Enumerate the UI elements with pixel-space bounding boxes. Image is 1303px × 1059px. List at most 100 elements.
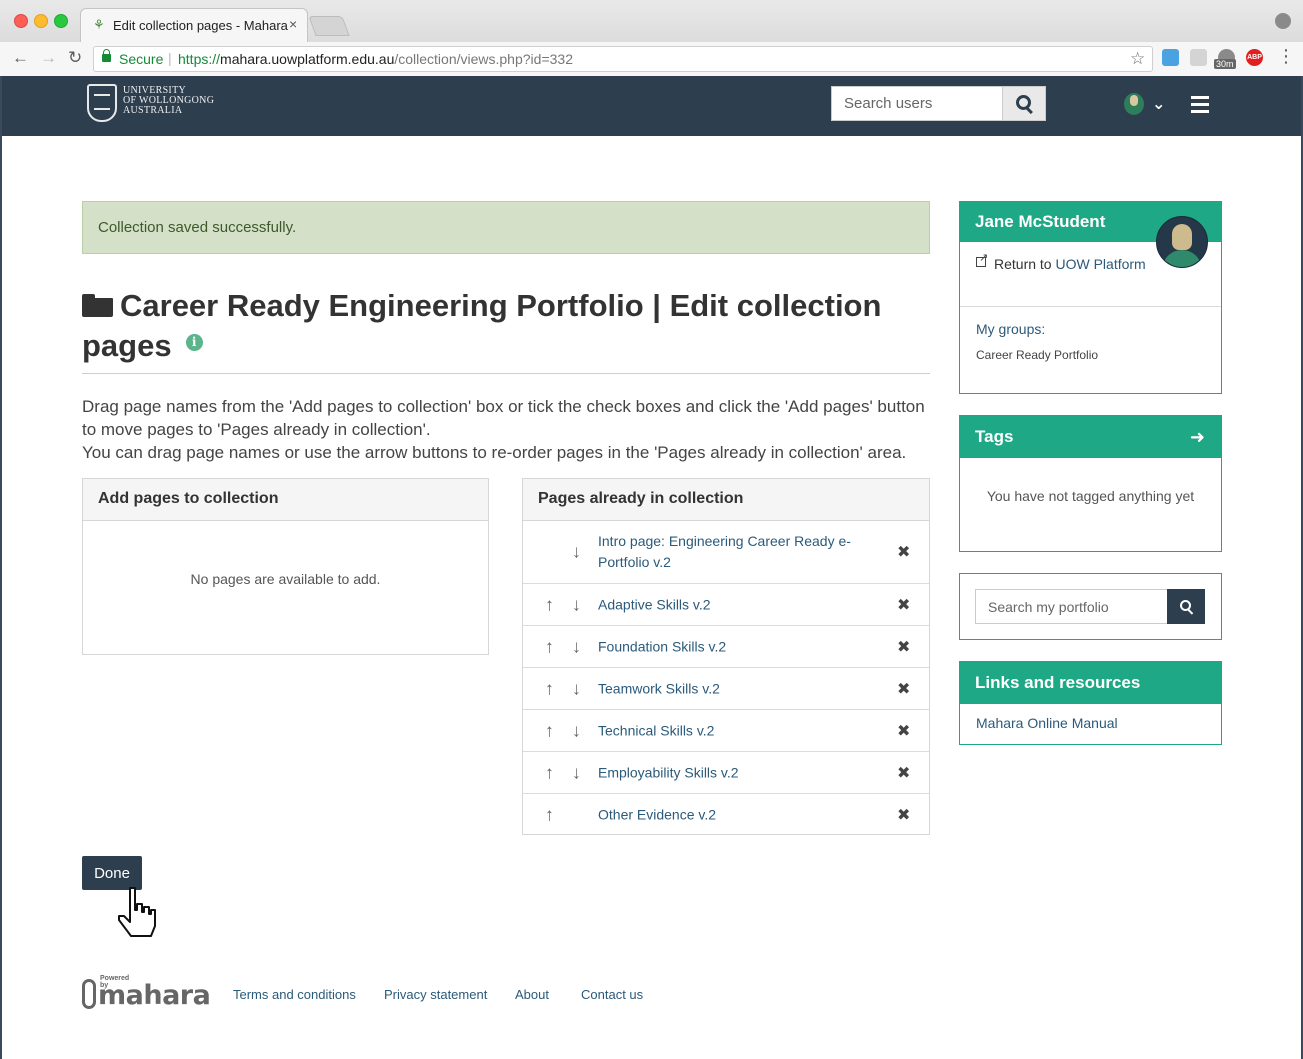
tags-block: Tags ➜ You have not tagged anything yet xyxy=(959,415,1222,552)
window-minimize-button[interactable] xyxy=(34,14,48,28)
links-resources-block: Links and resources Mahara Online Manual xyxy=(959,661,1222,745)
list-item[interactable]: ↑ ↓ Foundation Skills v.2 ✖ xyxy=(523,626,929,668)
search-portfolio-button[interactable] xyxy=(1167,589,1205,624)
collection-pages-heading: Pages already in collection xyxy=(523,479,929,521)
extension-timer-badge: 30m xyxy=(1214,59,1236,69)
window-edge xyxy=(0,76,2,1059)
browser-menu-icon[interactable]: ⋮ xyxy=(1277,46,1295,67)
list-item[interactable]: ↓ Intro page: Engineering Career Ready e… xyxy=(523,521,929,584)
arrow-right-icon[interactable]: ➜ xyxy=(1190,416,1205,458)
return-link-target[interactable]: UOW Platform xyxy=(1055,256,1145,272)
divider xyxy=(960,306,1221,307)
close-icon[interactable]: ✖ xyxy=(897,721,910,741)
info-icon[interactable]: i xyxy=(185,334,203,351)
arrow-down-icon[interactable]: ↓ xyxy=(572,678,581,699)
chevron-down-icon[interactable]: ⌄ xyxy=(1152,94,1165,114)
arrow-up-icon[interactable]: ↑ xyxy=(545,720,554,741)
window-close-button[interactable] xyxy=(14,14,28,28)
collection-pages-panel: Pages already in collection ↓ Intro page… xyxy=(522,478,930,835)
success-alert: Collection saved successfully. xyxy=(82,201,930,254)
footer-link-privacy[interactable]: Privacy statement xyxy=(384,987,487,1002)
address-bar[interactable]: Secure | https://mahara.uowplatform.edu.… xyxy=(93,46,1153,72)
page-link[interactable]: Adaptive Skills v.2 xyxy=(598,594,868,615)
back-arrow-icon[interactable]: ← xyxy=(12,48,29,68)
window-zoom-button[interactable] xyxy=(54,14,68,28)
profile-picture[interactable] xyxy=(1156,216,1208,268)
reload-icon[interactable]: ↻ xyxy=(68,48,82,68)
close-icon[interactable]: ✖ xyxy=(897,542,910,562)
footer-link-contact[interactable]: Contact us xyxy=(581,987,643,1002)
adblock-icon[interactable]: ABP xyxy=(1246,49,1263,66)
list-item[interactable]: ↑ ↓ Employability Skills v.2 ✖ xyxy=(523,752,929,794)
uow-crest-icon[interactable] xyxy=(87,84,117,122)
tags-heading[interactable]: Tags ➜ xyxy=(960,416,1221,458)
folder-open-icon xyxy=(82,294,114,318)
arrow-down-icon[interactable]: ↓ xyxy=(572,542,581,563)
user-profile-block: Jane McStudent Return to UOW Platform My… xyxy=(959,201,1222,394)
footer-link-terms[interactable]: Terms and conditions xyxy=(233,987,356,1002)
search-users-button[interactable] xyxy=(1002,86,1046,121)
close-icon[interactable]: ✖ xyxy=(897,763,910,783)
hand-pointer-cursor-icon xyxy=(118,887,156,937)
search-portfolio-input[interactable] xyxy=(975,589,1167,624)
close-icon[interactable]: ✖ xyxy=(897,679,910,699)
menu-hamburger-icon[interactable] xyxy=(1191,96,1209,117)
search-icon xyxy=(1016,95,1031,110)
return-link[interactable]: Return to UOW Platform xyxy=(976,254,1146,275)
group-item[interactable]: Career Ready Portfolio xyxy=(976,348,1098,362)
secure-label: Secure xyxy=(119,51,164,67)
arrow-up-icon[interactable]: ↑ xyxy=(545,594,554,615)
tab-close-icon[interactable]: × xyxy=(289,16,297,32)
list-item[interactable]: ↑ ↓ Technical Skills v.2 ✖ xyxy=(523,710,929,752)
user-avatar[interactable] xyxy=(1124,93,1144,115)
close-icon[interactable]: ✖ xyxy=(897,595,910,615)
page-link[interactable]: Foundation Skills v.2 xyxy=(598,636,868,657)
page-link[interactable]: Employability Skills v.2 xyxy=(598,762,868,783)
portfolio-search-block xyxy=(959,573,1222,640)
arrow-down-icon[interactable]: ↓ xyxy=(572,762,581,783)
close-icon[interactable]: ✖ xyxy=(897,805,910,825)
list-item[interactable]: ↑ ↓ Adaptive Skills v.2 ✖ xyxy=(523,584,929,626)
arrow-down-icon[interactable]: ↓ xyxy=(572,594,581,615)
page-link[interactable]: Other Evidence v.2 xyxy=(598,805,868,826)
uow-logo-text[interactable]: UNIVERSITY OF WOLLONGONG AUSTRALIA xyxy=(123,86,214,116)
add-pages-panel: Add pages to collection No pages are ava… xyxy=(82,478,489,655)
url-text[interactable]: https://mahara.uowplatform.edu.au/collec… xyxy=(178,51,573,67)
new-tab-button[interactable] xyxy=(308,16,350,36)
page-link[interactable]: Teamwork Skills v.2 xyxy=(598,678,868,699)
extension-chat-icon[interactable] xyxy=(1190,49,1207,66)
collection-page-list: ↓ Intro page: Engineering Career Ready e… xyxy=(523,521,929,836)
my-groups-link[interactable]: My groups: xyxy=(976,321,1045,337)
browser-profile-icon[interactable] xyxy=(1275,13,1291,29)
instructions-text: You can drag page names or use the arrow… xyxy=(82,443,907,462)
page-link[interactable]: Intro page: Engineering Career Ready e-P… xyxy=(598,531,868,573)
arrow-down-icon[interactable]: ↓ xyxy=(572,720,581,741)
arrow-up-icon[interactable]: ↑ xyxy=(545,678,554,699)
browser-toolbar: ← → ↻ Secure | https://mahara.uowplatfor… xyxy=(0,42,1303,77)
forward-arrow-icon[interactable]: → xyxy=(40,48,57,68)
page-link[interactable]: Technical Skills v.2 xyxy=(598,720,868,741)
manual-link[interactable]: Mahara Online Manual xyxy=(976,715,1118,731)
footer-link-about[interactable]: About xyxy=(515,987,549,1002)
lock-icon xyxy=(102,49,111,62)
logo-line: AUSTRALIA xyxy=(123,105,183,116)
instructions: Drag page names from the 'Add pages to c… xyxy=(82,395,932,464)
url-separator: | xyxy=(168,50,172,66)
browser-tab[interactable]: ⚘ Edit collection pages - Mahara × xyxy=(80,8,308,42)
empty-message: No pages are available to add. xyxy=(190,571,381,587)
url-scheme: https:// xyxy=(178,51,221,67)
arrow-down-icon[interactable]: ↓ xyxy=(572,636,581,657)
mahara-swirl-icon xyxy=(82,979,96,1009)
search-users-input[interactable] xyxy=(831,86,1003,121)
arrow-up-icon[interactable]: ↑ xyxy=(545,762,554,783)
list-item[interactable]: ↑ ↓ Teamwork Skills v.2 ✖ xyxy=(523,668,929,710)
arrow-up-icon[interactable]: ↑ xyxy=(545,805,554,826)
arrow-up-icon[interactable]: ↑ xyxy=(545,636,554,657)
list-item[interactable]: ↑ Other Evidence v.2 ✖ xyxy=(523,794,929,836)
done-button[interactable]: Done xyxy=(82,856,142,890)
close-icon[interactable]: ✖ xyxy=(897,637,910,657)
page-title-text: Career Ready Engineering Portfolio | Edi… xyxy=(82,288,882,363)
bookmark-star-icon[interactable]: ☆ xyxy=(1130,49,1145,69)
extension-window-icon[interactable] xyxy=(1162,49,1179,66)
search-icon xyxy=(1180,600,1191,611)
